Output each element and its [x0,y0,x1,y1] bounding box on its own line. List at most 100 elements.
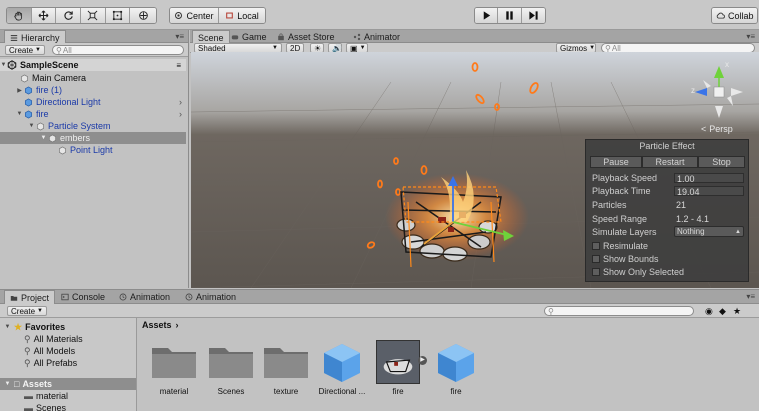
chevron-down-icon: ▼ [37,308,43,314]
star-filter-icon[interactable]: ★ [733,306,741,317]
breadcrumb-assets[interactable]: Assets [142,320,172,330]
expand-arrow-icon[interactable]: ▶ [16,87,23,94]
prefab-cube-icon [24,85,33,95]
persp-toggle[interactable]: < Persp [701,124,733,134]
panel-menu-icon[interactable]: ▾≡ [746,292,755,301]
favorite-item-label: All Prefabs [33,358,78,368]
scene-menu-icon[interactable]: ≡ [176,61,181,70]
show-bounds-checkbox[interactable] [592,255,600,263]
asset-item-fire-model[interactable]: ▶ fire [370,340,427,400]
hand-tool-button[interactable] [7,8,32,23]
hierarchy-scene-row[interactable]: ▼ SampleScene ≡ [0,59,186,71]
tab-scene[interactable]: Scene [192,30,230,44]
hierarchy-item-main-camera[interactable]: Main Camera [0,72,186,84]
filter-label-icon[interactable]: ◆ [719,306,726,317]
expand-arrow-icon[interactable]: ▼ [4,324,11,330]
hierarchy-item-fire[interactable]: ▼ fire › [0,108,186,120]
favorites-header[interactable]: ▼ ★ Favorites [4,321,66,333]
gameobject-cube-icon [58,145,67,155]
asset-item-texture[interactable]: texture [258,340,314,400]
tab-asset-store[interactable]: Asset Store [272,30,340,43]
step-button[interactable] [521,8,545,23]
resimulate-row[interactable]: Resimulate [592,241,648,251]
expand-arrow-icon[interactable]: ▼ [28,123,35,129]
scale-tool-button[interactable] [81,8,106,23]
asset-item-directional-light-prefab[interactable]: Directional ... [314,340,370,400]
scale-icon [87,10,98,21]
favorite-item-all-models[interactable]: ⚲ All Models [24,345,75,357]
favorites-label: Favorites [25,322,66,332]
hierarchy-tabbar: Hierarchy ▾≡ [0,30,188,44]
tab-animator[interactable]: Animator [348,30,405,43]
hierarchy-item-label: Particle System [48,121,111,131]
show-only-selected-row[interactable]: Show Only Selected [592,267,684,277]
particle-effect-panel: Particle Effect Pause Restart Stop Playb… [585,139,749,282]
panel-menu-icon[interactable]: ▾≡ [746,32,755,41]
panel-menu-icon[interactable]: ▾≡ [175,32,184,41]
project-create-label: Create [11,306,36,316]
expand-arrow-icon[interactable]: ▼ [0,62,7,68]
expand-arrow-icon[interactable]: ▼ [16,111,23,117]
tab-animation-1[interactable]: Animation [114,290,175,303]
project-folder-tree: ▼ ★ Favorites ⚲ All Materials ⚲ All Mode… [0,318,137,411]
transform-tool-button[interactable] [130,8,156,23]
hierarchy-item-embers[interactable]: ▼ embers [0,132,186,144]
favorite-item-all-materials[interactable]: ⚲ All Materials [24,333,83,345]
project-subbar: Create ▼ ⚲ ◉ ◆ ★ [0,304,759,318]
hierarchy-item-label: Main Camera [32,73,87,83]
play-button[interactable] [475,8,499,23]
asset-item-fire-prefab[interactable]: fire [428,340,484,400]
asset-folder-material[interactable]: ▬ material [24,390,68,402]
playback-time-field[interactable]: 19.04 [674,186,744,197]
gameobject-cube-icon [36,121,45,131]
rect-tool-button[interactable] [105,8,131,23]
rotate-tool-button[interactable] [56,8,82,23]
assets-folder-header[interactable]: ▼ □ Assets [0,378,136,390]
tab-hierarchy[interactable]: Hierarchy [4,30,66,44]
hierarchy-item-fire-1[interactable]: ▶ fire (1) [0,84,186,96]
collab-button[interactable]: Collab [712,8,757,23]
asset-item-label: fire [392,387,404,396]
show-only-selected-checkbox[interactable] [592,268,600,276]
chevron-right-icon[interactable]: › [179,97,182,107]
particle-pause-button[interactable]: Pause [590,156,642,168]
hierarchy-item-point-light[interactable]: Point Light [0,144,186,156]
project-create-dropdown[interactable]: Create ▼ [7,306,47,316]
tab-game[interactable]: Game [226,30,272,43]
favorite-item-all-prefabs[interactable]: ⚲ All Prefabs [24,357,77,369]
unity-editor-window: Center Local Collab Hierarchy ▾≡ Create … [0,0,759,411]
tab-console[interactable]: Console [56,290,110,303]
hierarchy-item-directional-light[interactable]: Directional Light › [0,96,186,108]
resimulate-checkbox[interactable] [592,242,600,250]
asset-item-material[interactable]: material [146,340,202,400]
asset-item-scenes[interactable]: Scenes [203,340,259,400]
asset-folder-scenes[interactable]: ▬ Scenes [24,402,66,411]
tab-animation-2[interactable]: Animation [180,290,241,303]
hierarchy-item-particle-system[interactable]: ▼ Particle System [0,120,186,132]
playback-speed-field[interactable]: 1.00 [674,173,744,184]
create-dropdown[interactable]: Create ▼ [5,45,45,55]
expand-arrow-icon[interactable]: ▼ [40,135,47,141]
assets-folder-label: Assets [22,379,52,389]
pivot-local-button[interactable]: Local [218,8,265,23]
project-search-input[interactable]: ⚲ [544,306,694,316]
search-icon: ⚲ [24,345,31,356]
tab-project[interactable]: Project [4,290,56,304]
pause-button[interactable] [498,8,522,23]
expand-arrow-icon[interactable]: ▶ [418,356,427,365]
filter-type-icon[interactable]: ◉ [705,306,713,317]
pivot-center-button[interactable]: Center [170,8,219,23]
folder-icon [152,348,196,378]
chevron-right-icon[interactable]: › [179,109,182,119]
show-bounds-row[interactable]: Show Bounds [592,254,659,264]
particle-restart-button[interactable]: Restart [642,156,698,168]
hierarchy-subbar: Create ▼ ⚲ All [0,43,188,57]
particle-restart-label: Restart [655,157,685,167]
prefab-cube-icon [324,344,360,382]
persp-label: Persp [709,124,733,134]
expand-arrow-icon[interactable]: ▼ [4,381,11,387]
hierarchy-search-input[interactable]: ⚲ All [52,45,184,55]
particle-stop-button[interactable]: Stop [698,156,745,168]
simulate-layers-dropdown[interactable]: Nothing ▲ [674,226,744,237]
move-tool-button[interactable] [31,8,57,23]
